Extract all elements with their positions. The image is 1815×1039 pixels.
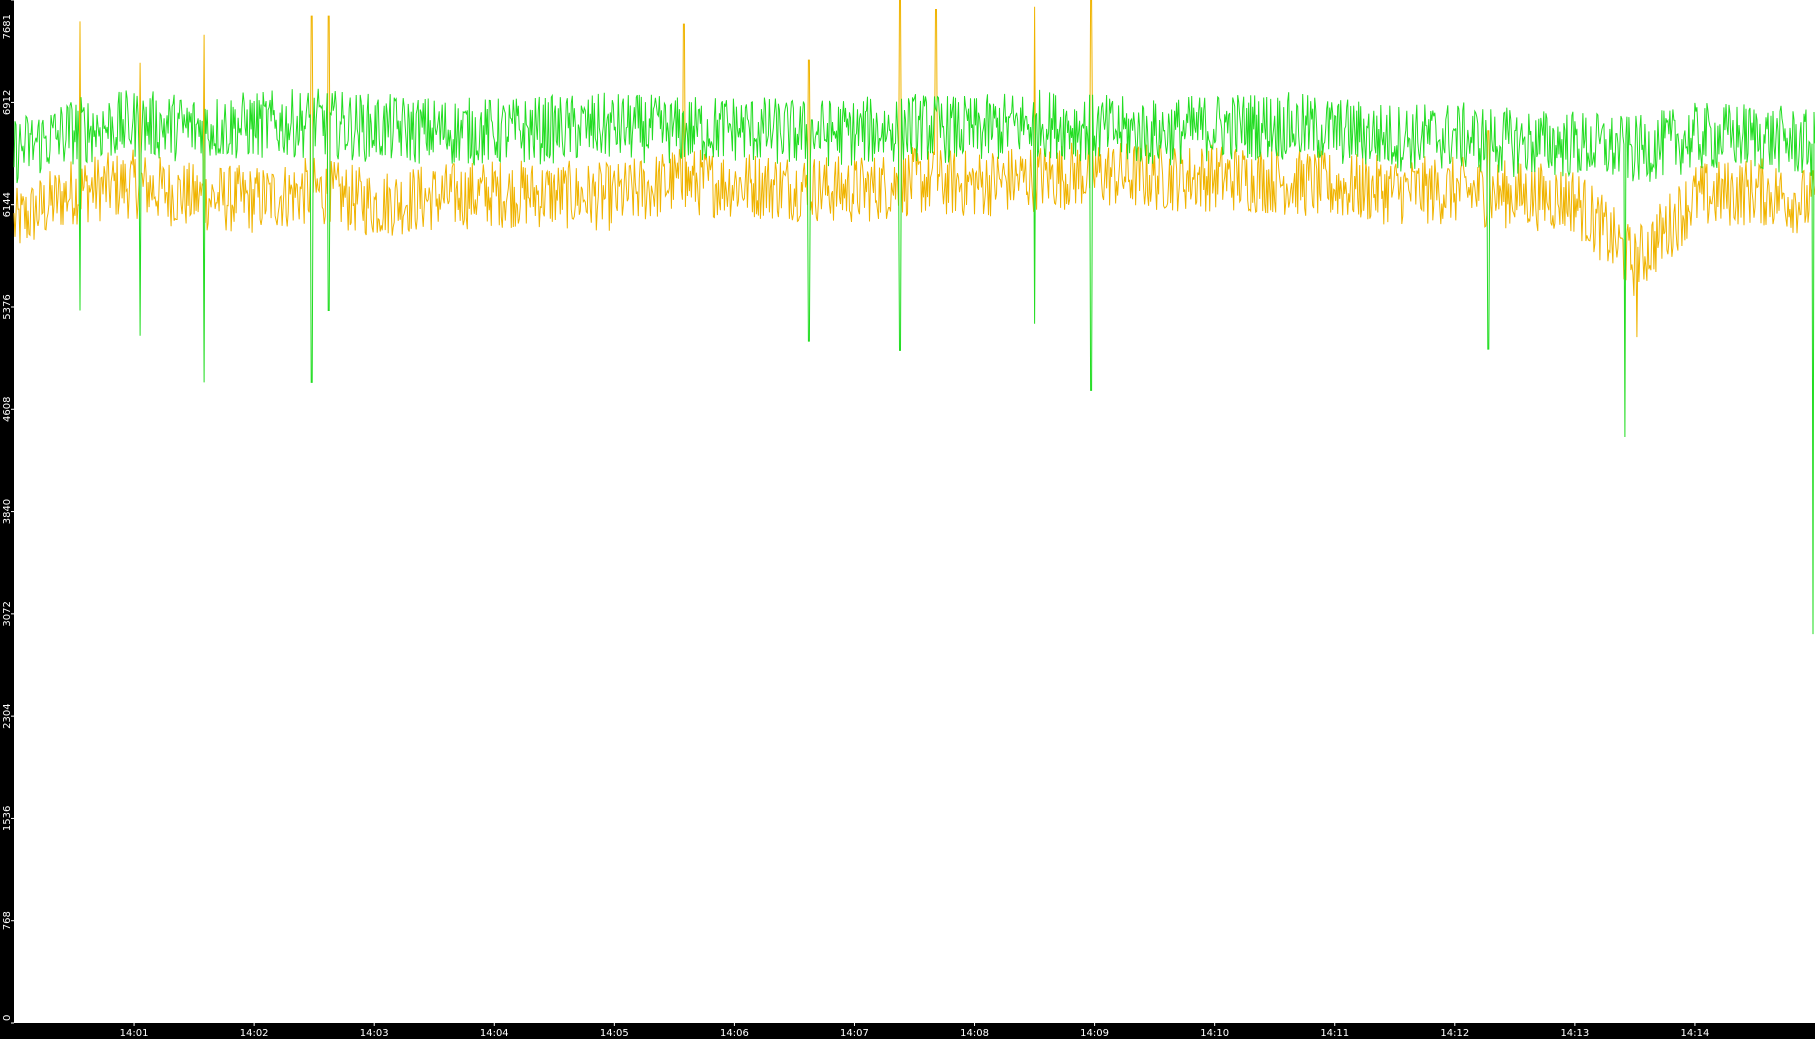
y-tick-label: 0 — [2, 1015, 13, 1021]
y-tick-label: 3072 — [2, 601, 13, 626]
x-tick-label: 14:09 — [1080, 1028, 1109, 1039]
line-chart: 0 768 1536 2304 3072 3840 4608 5376 6144 6912 7681… — [0, 0, 1815, 1039]
y-tick-label: 4608 — [2, 397, 13, 422]
x-tick-label: 14:11 — [1320, 1028, 1349, 1039]
x-tick-label: 14:03 — [360, 1028, 389, 1039]
y-tick-label: 6144 — [2, 192, 13, 217]
chart-canvas: 0 768 1536 2304 3072 3840 4608 5376 6144 6912 7681… — [2, 0, 1815, 1039]
x-tick-label: 14:07 — [840, 1028, 869, 1039]
x-tick-label: 14:14 — [1681, 1028, 1710, 1039]
x-tick-label: 14:13 — [1560, 1028, 1589, 1039]
x-tick-label: 14:10 — [1200, 1028, 1229, 1039]
x-tick-label: 14:01 — [120, 1028, 149, 1039]
x-tick-label: 14:05 — [600, 1028, 629, 1039]
y-axis: 0 768 1536 2304 3072 3840 4608 5376 6144 6912 7681 — [2, 0, 14, 1024]
x-tick-label: 14:06 — [720, 1028, 749, 1039]
x-tick-label: 14:02 — [240, 1028, 269, 1039]
y-tick-label: 5376 — [2, 294, 13, 319]
x-axis: 14:01 14:02 14:03 14:04 14:05 14:06 14:07 14:08… — [120, 1023, 1710, 1039]
y-tick-label: 2304 — [2, 703, 13, 728]
y-tick-label: 7681 — [2, 14, 13, 39]
x-tick-label: 14:08 — [960, 1028, 989, 1039]
x-tick-label: 14:12 — [1440, 1028, 1469, 1039]
x-tick-label: 14:04 — [480, 1028, 509, 1039]
y-tick-label: 768 — [2, 911, 13, 930]
y-tick-label: 1536 — [2, 806, 13, 831]
y-tick-label: 3840 — [2, 499, 13, 524]
y-tick-label: 6912 — [2, 90, 13, 115]
